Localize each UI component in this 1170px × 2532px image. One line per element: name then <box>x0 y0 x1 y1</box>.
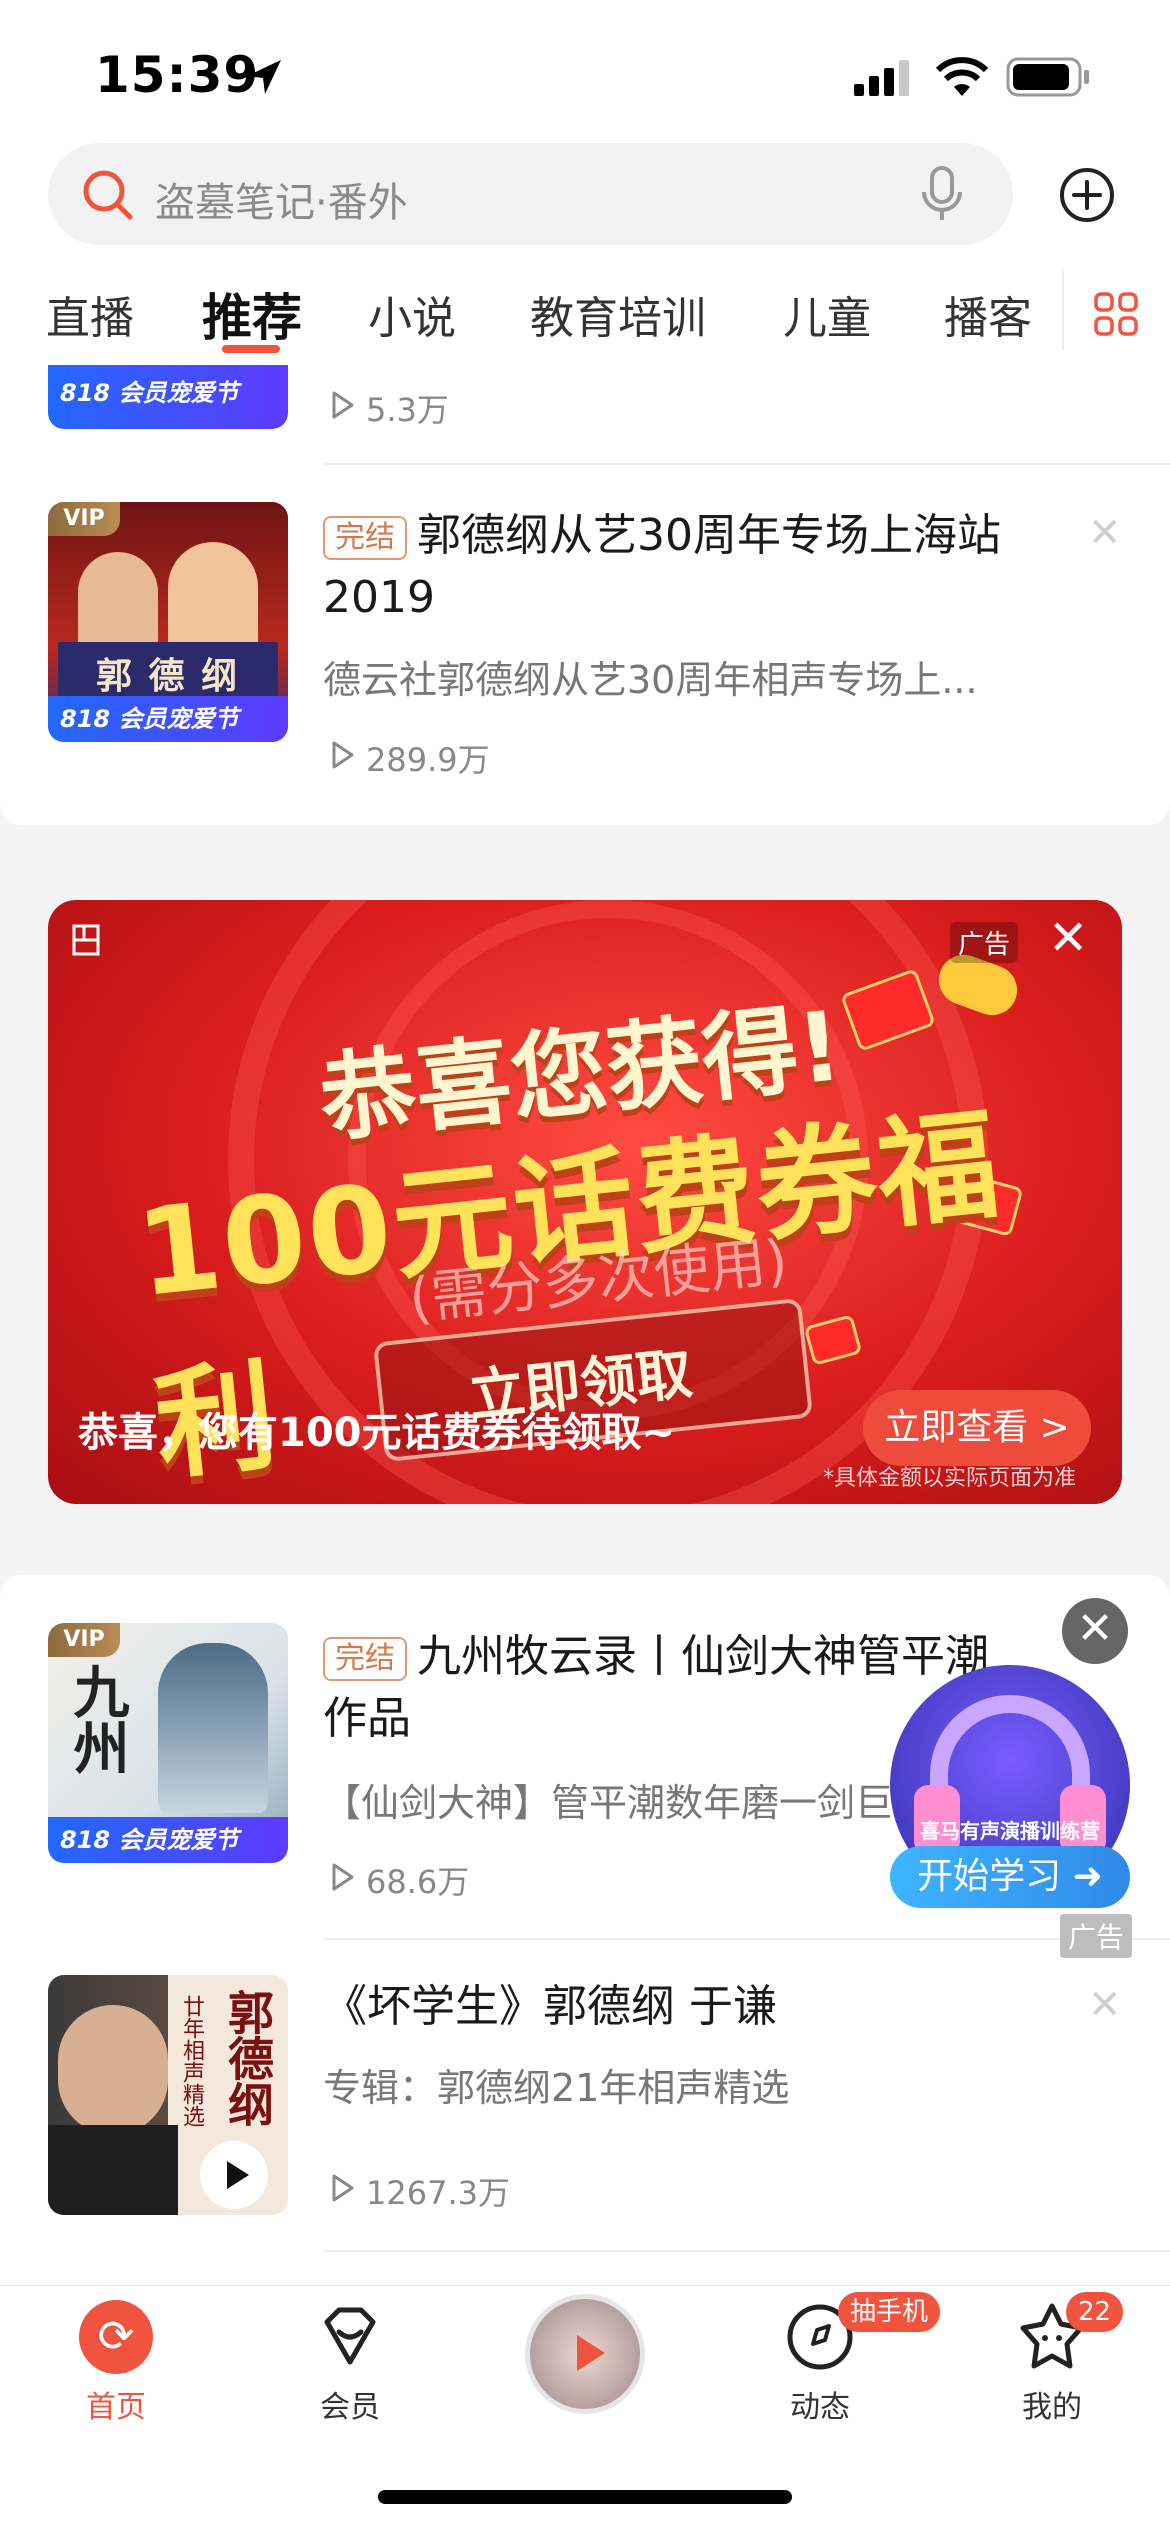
start-learning-button[interactable]: 开始学习 ➜ <box>890 1846 1130 1908</box>
vip-badge: VIP <box>48 1623 120 1657</box>
play-count: 1267.3万 <box>366 2174 510 2212</box>
play-count-icon <box>332 391 354 419</box>
thumbnail-text: 九州 <box>64 1663 129 1775</box>
floating-ad-brand: 喜马有声演播训练营 <box>920 1819 1100 1843</box>
member-818-badge: 818 会员宠爱节 <box>60 379 239 407</box>
home-indicator <box>378 2490 792 2504</box>
status-time: 15:39 <box>95 46 260 104</box>
ad-close-button[interactable]: ✕ <box>1048 910 1088 966</box>
tab-podcast[interactable]: 播客 <box>944 282 1032 346</box>
ad-label: 广告 <box>950 922 1019 963</box>
album-thumbnail[interactable]: 郭 德 纲 VIP 818 会员宠爱节 <box>48 502 288 742</box>
item-title[interactable]: 完结 郭德纲从艺30周年专场上海站 2019 <box>323 505 1063 629</box>
nav-member[interactable]: 会员 <box>280 2300 420 2440</box>
nav-home[interactable]: ⟳ 首页 <box>46 2300 186 2440</box>
bookmark-icon[interactable] <box>68 920 108 960</box>
signal-icon <box>854 60 909 96</box>
refresh-icon: ⟳ <box>79 2300 153 2374</box>
search-input[interactable]: 盗墓笔记·番外 <box>155 170 408 228</box>
completed-tag: 完结 <box>323 1637 407 1681</box>
grid-menu-icon[interactable] <box>1094 292 1138 336</box>
play-count-icon <box>332 2174 354 2202</box>
arrow-right-icon: ➜ <box>1072 1856 1103 1897</box>
play-icon <box>227 2161 249 2189</box>
play-count-icon <box>332 1863 354 1891</box>
notification-count-badge: 22 <box>1066 2292 1124 2332</box>
tab-novel[interactable]: 小说 <box>368 282 456 346</box>
play-count: 5.3万 <box>366 391 449 429</box>
thumbnail-subtext: 廿年相声精选 <box>179 1995 204 2127</box>
album-thumbnail[interactable]: 818 会员宠爱节 <box>48 365 288 429</box>
dismiss-icon[interactable]: ✕ <box>1088 1982 1122 2028</box>
active-tab-indicator <box>222 345 280 353</box>
member-818-badge: 818 会员宠爱节 <box>48 696 288 742</box>
ad-label: 广告 <box>1060 1914 1133 1958</box>
diamond-icon <box>324 2307 376 2365</box>
album-thumbnail[interactable]: 郭德纲 廿年相声精选 <box>48 1975 288 2215</box>
tab-children[interactable]: 儿童 <box>783 282 871 346</box>
play-button[interactable] <box>200 2141 268 2209</box>
add-icon[interactable] <box>1058 166 1116 224</box>
ad-banner[interactable]: 广告 ✕ 恭喜您获得! 100元话费券福利 (需分多次使用) 立即领取 恭喜，您… <box>48 900 1122 1504</box>
item-subtitle: 【仙剑大神】管平潮数年磨一剑巨 <box>323 1781 893 1825</box>
promo-badge: 抽手机 <box>838 2292 941 2332</box>
completed-tag: 完结 <box>323 516 407 560</box>
dismiss-icon[interactable]: ✕ <box>1088 510 1122 556</box>
tab-education[interactable]: 教育培训 <box>530 282 706 346</box>
item-subtitle: 德云社郭德纲从艺30周年相声专场上... <box>323 658 978 702</box>
battery-icon <box>1006 57 1089 97</box>
ad-caption: 恭喜，您有100元话费券待领取~ <box>78 1410 676 1456</box>
search-icon <box>83 170 133 220</box>
microphone-icon[interactable] <box>918 164 966 226</box>
ad-fineprint: *具体金额以实际页面为准 <box>823 1466 1077 1491</box>
now-playing-button[interactable] <box>525 2294 645 2414</box>
item-title[interactable]: 《坏学生》郭德纲 于谦 <box>323 1976 1063 2038</box>
play-count: 289.9万 <box>366 741 490 779</box>
wifi-icon <box>936 57 988 96</box>
member-818-badge: 818 会员宠爱节 <box>48 1817 288 1863</box>
thumbnail-text: 郭德纲 <box>221 1989 275 2127</box>
play-count: 68.6万 <box>366 1863 470 1901</box>
ad-view-now-button[interactable]: 立即查看 > <box>863 1390 1091 1466</box>
vip-badge: VIP <box>48 502 120 536</box>
location-arrow-icon <box>247 60 281 94</box>
play-count-icon <box>332 741 354 769</box>
thumbnail-text: 郭 德 纲 <box>96 656 240 697</box>
album-thumbnail[interactable]: 九州 VIP 818 会员宠爱节 <box>48 1623 288 1863</box>
floating-ad-close-button[interactable]: ✕ <box>1062 1598 1128 1664</box>
tab-recommend[interactable]: 推荐 <box>202 278 302 350</box>
play-icon <box>577 2335 605 2371</box>
item-subtitle: 专辑：郭德纲21年相声精选 <box>323 2066 790 2110</box>
tab-live[interactable]: 直播 <box>46 282 134 346</box>
